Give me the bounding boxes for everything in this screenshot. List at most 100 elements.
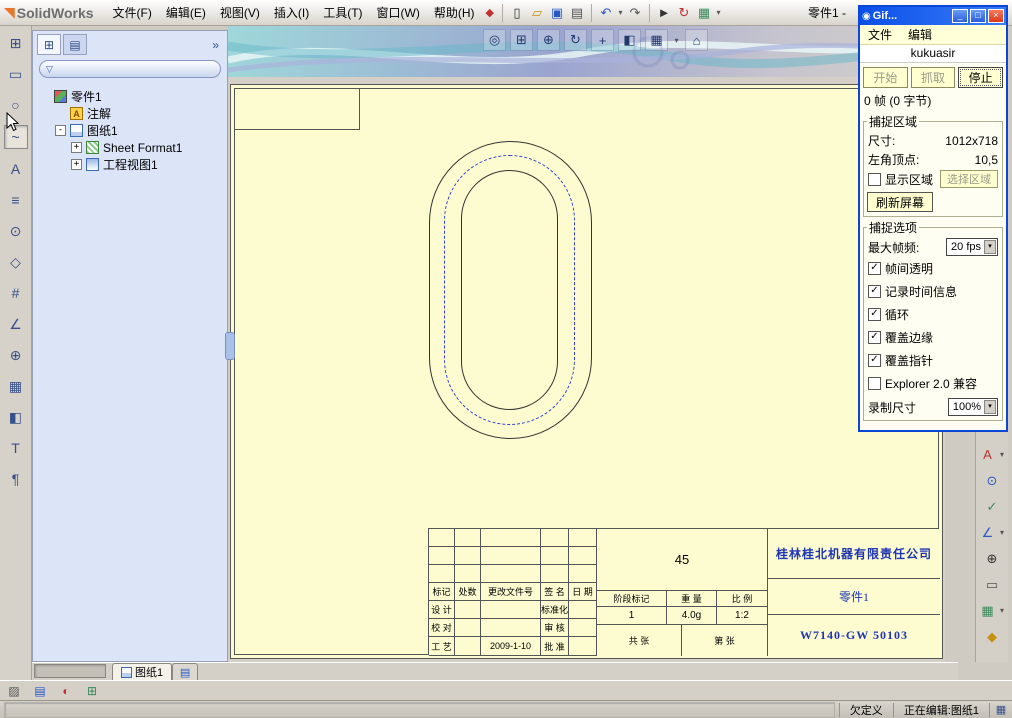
add-sheet-tab[interactable]: ▤ (172, 663, 199, 680)
checkbox-capture-cursor[interactable]: ✓ 覆盖指针 (867, 349, 999, 372)
menu-help[interactable]: 帮助(H) (427, 2, 482, 23)
checkbox-box[interactable]: ✓ (868, 285, 881, 298)
checkbox-box[interactable]: ✓ (868, 262, 881, 275)
view-orientation-icon[interactable]: ⌂ (685, 29, 708, 51)
pan-icon[interactable]: + (591, 29, 614, 51)
panel-splitter-handle[interactable] (225, 332, 235, 360)
sheet-tab-scrollbar[interactable] (34, 664, 106, 678)
start-button[interactable]: 开始 (863, 67, 908, 88)
checkbox-box[interactable] (868, 377, 881, 390)
centerline-tool-icon[interactable]: ≡ (5, 189, 27, 211)
note-tool-icon[interactable]: ¶ (5, 468, 27, 490)
menu-tools[interactable]: 工具(T) (316, 2, 369, 23)
checkbox-loop[interactable]: ✓ 循环 (867, 303, 999, 326)
block-icon[interactable]: ◆ (982, 627, 1002, 646)
gif-menu-edit[interactable]: 编辑 (900, 26, 940, 43)
save-icon[interactable]: ▣ (547, 3, 567, 23)
zoom-fit-icon[interactable]: ◎ (483, 29, 506, 51)
checkbox-box[interactable]: ✓ (868, 308, 881, 321)
section-view-icon[interactable]: ◧ (618, 29, 641, 51)
hatch-tool-icon[interactable]: # (5, 282, 27, 304)
display-style-dropdown-icon[interactable]: ▾ (672, 36, 681, 45)
gif-close-button[interactable]: × (988, 9, 1004, 23)
open-icon[interactable]: ▱ (527, 3, 547, 23)
options-icon[interactable]: ▦ (694, 3, 714, 23)
tree-expander[interactable]: + (71, 142, 82, 153)
dimension-tool-icon[interactable]: ∠ (5, 313, 27, 335)
refresh-screen-button[interactable]: 刷新屏幕 (867, 192, 934, 212)
capture-name-field[interactable]: kukuasir (860, 45, 1006, 63)
text-tool-icon[interactable]: A (5, 158, 27, 180)
view-palette-icon[interactable]: ⊞ (5, 32, 27, 54)
polygon-tool-icon[interactable]: ◇ (5, 251, 27, 273)
fps-dropdown-icon[interactable]: ▾ (984, 240, 996, 254)
feature-tree-tab[interactable]: ⊞ (37, 34, 61, 55)
datum-feature-icon[interactable]: ▭ (982, 575, 1002, 594)
table-tool-icon[interactable]: ▦ (5, 375, 27, 397)
select-icon[interactable]: ► (654, 3, 674, 23)
display-style-icon[interactable]: ▦ (645, 29, 668, 51)
tree-item-annotations[interactable]: A 注解 (35, 105, 225, 122)
gif-title-bar[interactable]: ◉ Gif... _ □ × (860, 7, 1006, 25)
rotate-view-icon[interactable]: ↻ (564, 29, 587, 51)
trim-tool-icon[interactable]: T (5, 437, 27, 459)
menu-view[interactable]: 视图(V) (213, 2, 267, 23)
property-manager-tab[interactable]: ▤ (63, 34, 87, 55)
zoom-in-out-icon[interactable]: ⊕ (537, 29, 560, 51)
gif-maximize-button[interactable]: □ (970, 9, 986, 23)
filter-box[interactable]: ▽ (39, 60, 221, 78)
select-area-button[interactable]: 选择区域 (940, 170, 998, 188)
tree-item-sheet1[interactable]: - 图纸1 (35, 122, 225, 139)
point-tool-icon[interactable]: ⊙ (5, 220, 27, 242)
options-dropdown-icon[interactable]: ▾ (714, 8, 723, 17)
tree-expander[interactable]: + (71, 159, 82, 170)
checkbox-box[interactable]: ✓ (868, 331, 881, 344)
stop-button[interactable]: 停止 (958, 67, 1004, 88)
record-size-dropdown-icon[interactable]: ▾ (984, 400, 996, 414)
surface-finish-icon[interactable]: ✓ (982, 497, 1002, 516)
layer-icon[interactable]: ▤ (30, 682, 50, 699)
drawing-sheet[interactable]: 标记 处数 更改文件号 签 名 日 期 设 计 标准化 校 对 审 核 工 艺 … (230, 84, 943, 659)
rectangle-tool-icon[interactable]: ▭ (5, 63, 27, 85)
tree-item-part[interactable]: 零件1 (35, 88, 225, 105)
tree-expander[interactable]: - (55, 125, 66, 136)
menu-edit[interactable]: 编辑(E) (159, 2, 213, 23)
show-area-checkbox[interactable]: 显示区域 (868, 171, 933, 188)
filter-input[interactable] (57, 62, 214, 76)
zoom-area-icon[interactable]: ⊞ (510, 29, 533, 51)
print-icon[interactable]: ▤ (567, 3, 587, 23)
tree-item-drawing-view1[interactable]: + 工程视图1 (35, 156, 225, 173)
tab-sheet1[interactable]: 图纸1 (112, 663, 173, 680)
rebuild-icon[interactable]: ↻ (674, 3, 694, 23)
new-document-icon[interactable]: ▯ (507, 3, 527, 23)
menu-file[interactable]: 文件(F) (106, 2, 159, 23)
note-dropdown-icon[interactable]: ▾ (998, 450, 1007, 459)
center-mark-tool-icon[interactable]: ⊕ (5, 344, 27, 366)
gif-menu-file[interactable]: 文件 (860, 26, 900, 43)
color-icon[interactable]: ◐ (56, 682, 76, 699)
fps-select[interactable]: 20 fps ▾ (946, 238, 998, 256)
weld-dropdown-icon[interactable]: ▾ (998, 528, 1007, 537)
checkbox-frame-transparency[interactable]: ✓ 帧间透明 (867, 257, 999, 280)
grid-icon[interactable]: ⊞ (82, 682, 102, 699)
menu-window[interactable]: 窗口(W) (370, 2, 427, 23)
checkbox-capture-borders[interactable]: ✓ 覆盖边缘 (867, 326, 999, 349)
tree-item-sheet-format1[interactable]: + Sheet Format1 (35, 139, 225, 156)
table-dropdown-icon[interactable]: ▾ (998, 606, 1007, 615)
geometric-tolerance-icon[interactable]: ⊕ (982, 549, 1002, 568)
balloon-icon[interactable]: ⊙ (982, 471, 1002, 490)
gif-minimize-button[interactable]: _ (952, 9, 968, 23)
status-grid-icon[interactable]: ▦ (989, 702, 1012, 717)
drawing-canvas[interactable]: 标记 处数 更改文件号 签 名 日 期 设 计 标准化 校 对 审 核 工 艺 … (229, 77, 945, 662)
sketch-icon[interactable]: ▨ (4, 682, 24, 699)
section-tool-icon[interactable]: ◧ (5, 406, 27, 428)
record-size-select[interactable]: 100% ▾ (947, 398, 998, 416)
note-icon[interactable]: A (978, 445, 998, 464)
checkbox-record-timing[interactable]: ✓ 记录时间信息 (867, 280, 999, 303)
table-icon[interactable]: ▦ (978, 601, 998, 620)
weld-symbol-icon[interactable]: ∠ (978, 523, 998, 542)
grab-button[interactable]: 抓取 (910, 67, 956, 88)
redo-icon[interactable]: ↷ (625, 3, 645, 23)
undo-dropdown-icon[interactable]: ▾ (616, 8, 625, 17)
panel-expand-chevron[interactable]: » (208, 38, 223, 52)
